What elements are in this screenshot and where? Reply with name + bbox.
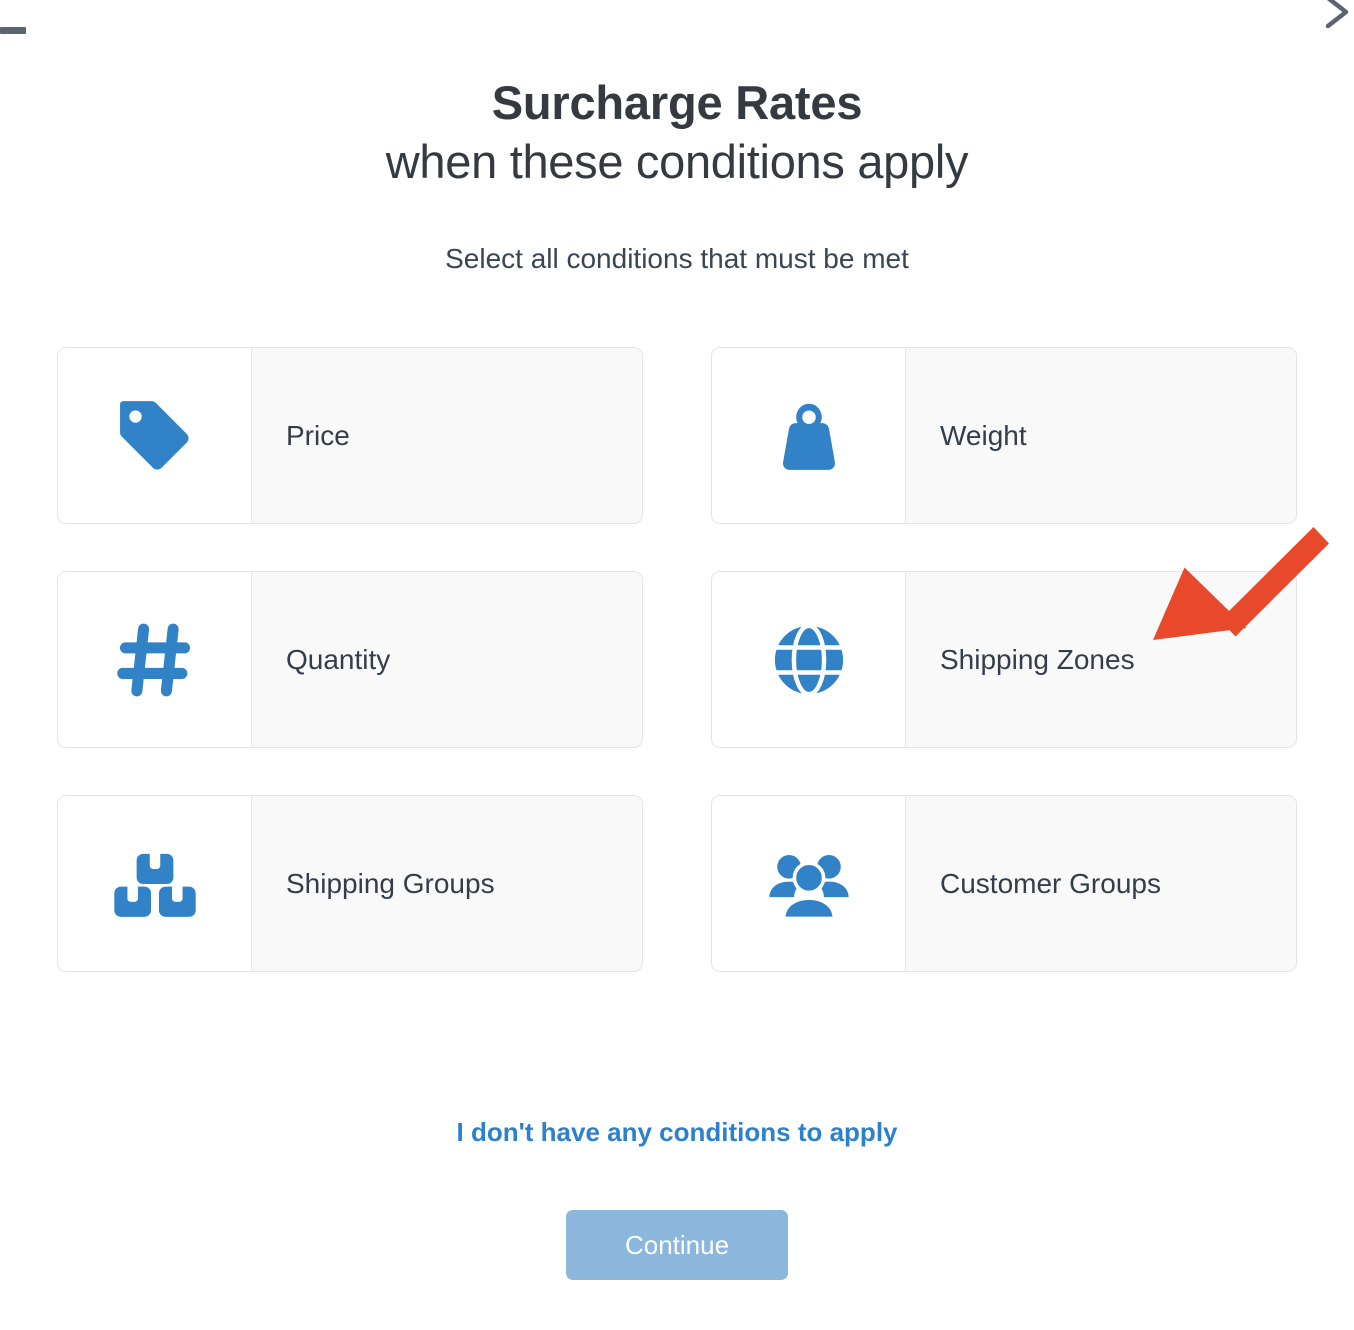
option-label-quantity: Quantity [252,572,642,747]
option-card-customer-groups[interactable]: Customer Groups [711,795,1297,972]
close-icon[interactable] [1310,0,1354,40]
boxes-icon [58,796,252,971]
option-card-shipping-groups[interactable]: Shipping Groups [57,795,643,972]
globe-icon [712,572,906,747]
no-conditions-link[interactable]: I don't have any conditions to apply [0,1117,1354,1148]
option-card-quantity[interactable]: Quantity [57,571,643,748]
continue-button-wrap: Continue [0,1210,1354,1280]
option-label-price: Price [252,348,642,523]
option-card-price[interactable]: Price [57,347,643,524]
page-title: Surcharge Rates [491,76,863,129]
option-label-weight: Weight [906,348,1296,523]
weight-icon [712,348,906,523]
option-card-shipping-zones[interactable]: Shipping Zones [711,571,1297,748]
option-label-shipping-zones: Shipping Zones [906,572,1296,747]
tag-icon [58,348,252,523]
instruction-text: Select all conditions that must be met [445,243,909,274]
hash-icon [58,572,252,747]
minimize-icon[interactable] [0,27,26,34]
option-label-customer-groups: Customer Groups [906,796,1296,971]
option-card-weight[interactable]: Weight [711,347,1297,524]
continue-button[interactable]: Continue [566,1210,788,1280]
people-icon [712,796,906,971]
page-subtitle-line: when these conditions apply [385,134,969,188]
dialog-heading: Surcharge Rates when these conditions ap… [0,76,1354,192]
option-label-shipping-groups: Shipping Groups [252,796,642,971]
condition-options-grid: Price Weight Quantity Shipping Zones Shi… [57,347,1297,972]
